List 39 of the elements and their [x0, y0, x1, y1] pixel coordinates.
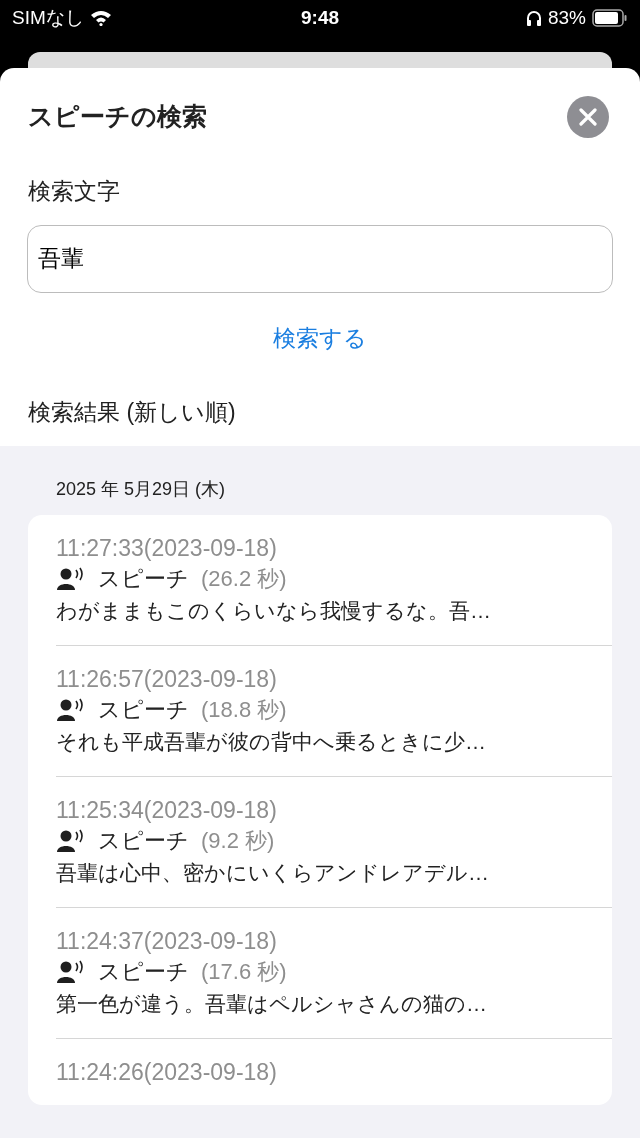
speaker-icon: [56, 828, 86, 853]
timestamp: 11:27:33(2023-09-18): [56, 533, 278, 563]
timestamp: 11:26:57(2023-09-18): [56, 664, 278, 694]
timestamp: 11:24:37(2023-09-18): [56, 926, 278, 956]
field-label: 検索文字: [28, 177, 121, 206]
transcript-text: わがままもこのくらいなら我慢するな。吾…: [56, 597, 492, 624]
duration: (26.2 秒): [201, 564, 287, 593]
type-label: スピーチ: [98, 826, 189, 855]
result-row[interactable]: 11:27:33(2023-09-18) スピーチ (26.2 秒) わがままもこのくらいなら我慢するな。吾…: [56, 514, 612, 646]
headphones-icon: [525, 10, 542, 26]
speaker-icon: [56, 697, 86, 722]
type-label: スピーチ: [98, 957, 189, 986]
close-icon: [579, 108, 597, 126]
duration: (9.2 秒): [201, 826, 275, 855]
battery-icon: [592, 9, 628, 27]
carrier-label: SIMなし: [12, 5, 84, 30]
wifi-icon: [89, 10, 112, 26]
timestamp: 11:25:34(2023-09-18): [56, 795, 278, 825]
result-row[interactable]: 11:24:37(2023-09-18) スピーチ (17.6 秒) 第一色が違う。吾輩はペルシャさんの猫の…: [56, 907, 612, 1039]
search-field[interactable]: 吾輩: [27, 224, 613, 293]
type-label: スピーチ: [98, 564, 189, 593]
timestamp: 11:24:26(2023-09-18): [56, 1057, 278, 1087]
duration: (18.8 秒): [201, 695, 287, 724]
transcript-text: 吾輩は心中、密かにいくらアンドレアデル…: [56, 859, 490, 886]
battery-percent: 83%: [547, 5, 586, 30]
result-row[interactable]: 11:26:57(2023-09-18) スピーチ (18.8 秒) それも平成吾輩が彼の背中へ乗るときに少…: [56, 645, 612, 777]
search-button[interactable]: 検索する: [273, 320, 367, 355]
transcript-text: それも平成吾輩が彼の背中へ乗るときに少…: [56, 728, 487, 755]
results-label: 検索結果 (新しい順): [28, 398, 237, 427]
speaker-icon: [56, 566, 86, 591]
close-button[interactable]: [567, 96, 609, 138]
transcript-text: 第一色が違う。吾輩はペルシャさんの猫の…: [56, 990, 488, 1017]
type-label: スピーチ: [98, 695, 189, 724]
date-header: 2025 年 5月29日 (木): [56, 477, 227, 501]
result-row[interactable]: 11:25:34(2023-09-18) スピーチ (9.2 秒) 吾輩は心中、密かにいくらアンドレアデル…: [56, 776, 612, 908]
speaker-icon: [56, 959, 86, 984]
clock: 9:48: [301, 5, 339, 30]
duration: (17.6 秒): [201, 957, 287, 986]
sheet-title: スピーチの検索: [28, 101, 207, 133]
